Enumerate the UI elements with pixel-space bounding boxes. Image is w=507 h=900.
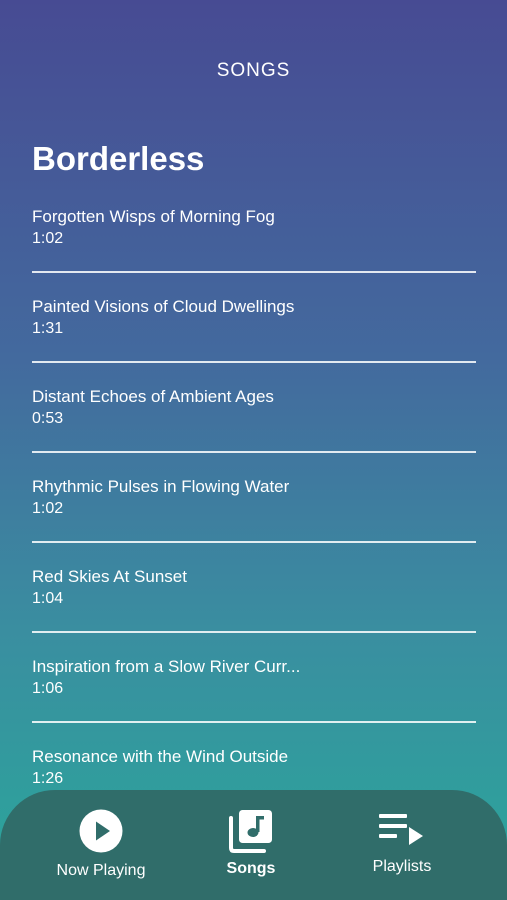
song-duration: 1:06 <box>32 680 64 697</box>
song-list-item[interactable]: Forgotten Wisps of Morning Fog 1:02 <box>32 205 476 295</box>
song-duration: 1:04 <box>32 590 64 607</box>
song-title: Distant Echoes of Ambient Ages <box>32 387 274 406</box>
song-title: Red Skies At Sunset <box>32 567 187 586</box>
nav-now-playing[interactable]: Now Playing <box>40 790 162 900</box>
song-divider <box>32 451 476 453</box>
song-list-item[interactable]: Red Skies At Sunset 1:04 <box>32 565 476 655</box>
page-header-title: SONGS <box>216 60 291 81</box>
song-title: Inspiration from a Slow River Curr... <box>32 657 301 676</box>
song-title: Painted Visions of Cloud Dwellings <box>32 297 295 316</box>
album-title: Borderless <box>32 140 205 177</box>
song-title: Resonance with the Wind Outside <box>32 747 289 766</box>
playlist-play-icon <box>379 814 423 845</box>
song-list-item[interactable]: Inspiration from a Slow River Curr... 1:… <box>32 655 476 745</box>
nav-now-playing-label: Now Playing <box>56 862 146 879</box>
song-duration: 1:02 <box>32 500 64 517</box>
song-divider <box>32 361 476 363</box>
song-duration: 0:53 <box>32 410 64 427</box>
song-divider <box>32 631 476 633</box>
song-list: Forgotten Wisps of Morning Fog 1:02 Pain… <box>32 205 476 835</box>
song-duration: 1:26 <box>32 770 64 787</box>
song-list-item[interactable]: Distant Echoes of Ambient Ages 0:53 <box>32 385 476 475</box>
song-list-item[interactable]: Painted Visions of Cloud Dwellings 1:31 <box>32 295 476 385</box>
play-circle-icon <box>79 809 123 853</box>
song-list-item[interactable]: Rhythmic Pulses in Flowing Water 1:02 <box>32 475 476 565</box>
music-library-icon <box>229 810 272 853</box>
nav-songs-label: Songs <box>226 860 276 877</box>
song-duration: 1:31 <box>32 320 64 337</box>
bottom-navigation-bar: Now Playing Songs Playlists <box>0 790 507 900</box>
song-duration: 1:02 <box>32 230 64 247</box>
song-divider <box>32 541 476 543</box>
song-divider <box>32 271 476 273</box>
song-title: Forgotten Wisps of Morning Fog <box>32 207 275 226</box>
nav-songs[interactable]: Songs <box>196 790 306 900</box>
song-title: Rhythmic Pulses in Flowing Water <box>32 477 290 496</box>
song-divider <box>32 721 476 723</box>
nav-playlists-label: Playlists <box>372 858 432 875</box>
nav-playlists[interactable]: Playlists <box>352 790 452 900</box>
